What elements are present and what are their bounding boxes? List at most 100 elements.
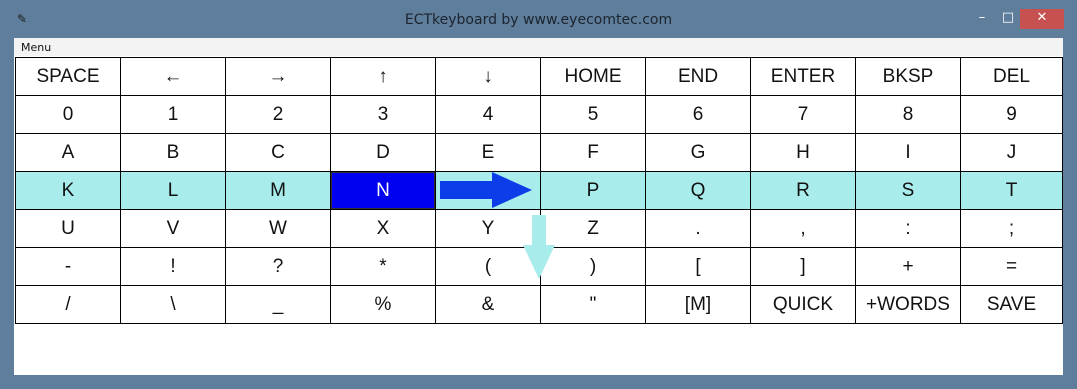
key-button[interactable]: 9 — [961, 96, 1063, 134]
key-label: 2 — [272, 103, 284, 125]
key-label: R — [796, 179, 810, 201]
key-button[interactable]: _ — [226, 286, 331, 324]
minimize-button[interactable]: – — [969, 9, 995, 29]
key-button[interactable]: 2 — [226, 96, 331, 134]
key-button[interactable]: I — [856, 134, 961, 172]
key-button[interactable]: 5 — [541, 96, 646, 134]
key-label: P — [586, 179, 600, 201]
key-button[interactable]: N — [331, 172, 436, 210]
key-label: ; — [1008, 217, 1015, 239]
key-label: 9 — [1006, 103, 1017, 125]
key-button[interactable]: QUICK — [751, 286, 856, 324]
key-button[interactable]: : — [856, 210, 961, 248]
key-button[interactable]: C — [226, 134, 331, 172]
key-button[interactable]: DEL — [961, 58, 1063, 96]
key-button[interactable]: ENTER — [751, 58, 856, 96]
key-button[interactable]: [ — [646, 248, 751, 286]
key-button[interactable]: . — [646, 210, 751, 248]
key-button[interactable]: S — [856, 172, 961, 210]
key-button[interactable]: \ — [121, 286, 226, 324]
key-button[interactable]: K — [16, 172, 121, 210]
key-label: & — [481, 293, 495, 315]
arrow-down-icon — [523, 215, 555, 279]
key-button[interactable]: [M] — [646, 286, 751, 324]
key-label: E — [481, 141, 495, 163]
key-button[interactable]: U — [16, 210, 121, 248]
key-button[interactable]: V — [121, 210, 226, 248]
title-bar[interactable]: ✎ ECTkeyboard by www.eyecomtec.com – □ ✕ — [0, 0, 1077, 38]
key-label: . — [695, 217, 701, 239]
key-label: U — [61, 217, 75, 239]
key-label: 7 — [797, 103, 809, 125]
key-button[interactable]: ↑ — [331, 58, 436, 96]
key-button[interactable]: % — [331, 286, 436, 324]
key-row: 0 1 2 3 4 5 6 7 8 9 — [16, 96, 1063, 134]
key-button[interactable]: ; — [961, 210, 1063, 248]
key-label: = — [1005, 255, 1018, 277]
key-button[interactable]: Z — [541, 210, 646, 248]
key-button[interactable]: P — [541, 172, 646, 210]
key-button[interactable]: 0 — [16, 96, 121, 134]
key-button[interactable]: B — [121, 134, 226, 172]
key-button[interactable]: ] — [751, 248, 856, 286]
key-button[interactable]: 7 — [751, 96, 856, 134]
key-button[interactable]: " — [541, 286, 646, 324]
key-button[interactable]: X — [331, 210, 436, 248]
key-label: HOME — [564, 65, 622, 87]
key-label: [M] — [684, 293, 712, 315]
key-label: A — [61, 141, 75, 163]
key-label: V — [166, 217, 180, 239]
key-label: * — [379, 255, 387, 277]
key-button[interactable]: 4 — [436, 96, 541, 134]
key-button[interactable]: D — [331, 134, 436, 172]
key-button[interactable]: - — [16, 248, 121, 286]
key-label: C — [271, 141, 285, 163]
key-button[interactable]: L — [121, 172, 226, 210]
maximize-button[interactable]: □ — [995, 9, 1021, 29]
key-button[interactable]: F — [541, 134, 646, 172]
key-button[interactable]: → — [226, 58, 331, 96]
key-button[interactable]: J — [961, 134, 1063, 172]
key-button[interactable]: H — [751, 134, 856, 172]
key-button[interactable]: T — [961, 172, 1063, 210]
key-button[interactable]: W — [226, 210, 331, 248]
key-label: F — [587, 141, 599, 163]
key-button[interactable]: BKSP — [856, 58, 961, 96]
key-button[interactable]: ! — [121, 248, 226, 286]
key-button[interactable]: +WORDS — [856, 286, 961, 324]
key-button[interactable]: ↓ — [436, 58, 541, 96]
key-label: Z — [587, 217, 599, 239]
key-button[interactable]: R — [751, 172, 856, 210]
close-button[interactable]: ✕ — [1020, 9, 1064, 29]
key-label: , — [800, 217, 806, 239]
key-button[interactable]: Q — [646, 172, 751, 210]
key-button[interactable]: & — [436, 286, 541, 324]
key-button[interactable]: ? — [226, 248, 331, 286]
key-button[interactable]: ) — [541, 248, 646, 286]
key-label: SAVE — [986, 293, 1037, 315]
key-label: M — [270, 179, 286, 201]
key-button[interactable]: 6 — [646, 96, 751, 134]
key-label: 6 — [692, 103, 704, 125]
key-button[interactable]: 1 — [121, 96, 226, 134]
key-button[interactable]: E — [436, 134, 541, 172]
key-button[interactable]: / — [16, 286, 121, 324]
client-area: Menu SPACE ← → ↑ ↓ HOME END ENTER BKSP DEL 0 1 2 3 4 5 6… — [14, 38, 1063, 375]
key-button[interactable]: , — [751, 210, 856, 248]
menu-item[interactable]: Menu — [21, 41, 51, 54]
key-label: ? — [272, 255, 284, 277]
key-button[interactable]: * — [331, 248, 436, 286]
key-button[interactable]: + — [856, 248, 961, 286]
key-button[interactable]: = — [961, 248, 1063, 286]
key-button[interactable]: 8 — [856, 96, 961, 134]
key-button[interactable]: SAVE — [961, 286, 1063, 324]
key-button[interactable]: 3 — [331, 96, 436, 134]
key-label: I — [905, 141, 911, 163]
key-button[interactable]: END — [646, 58, 751, 96]
key-button[interactable]: HOME — [541, 58, 646, 96]
key-button[interactable]: A — [16, 134, 121, 172]
key-button[interactable]: M — [226, 172, 331, 210]
key-button[interactable]: G — [646, 134, 751, 172]
key-button[interactable]: ← — [121, 58, 226, 96]
key-button[interactable]: SPACE — [16, 58, 121, 96]
